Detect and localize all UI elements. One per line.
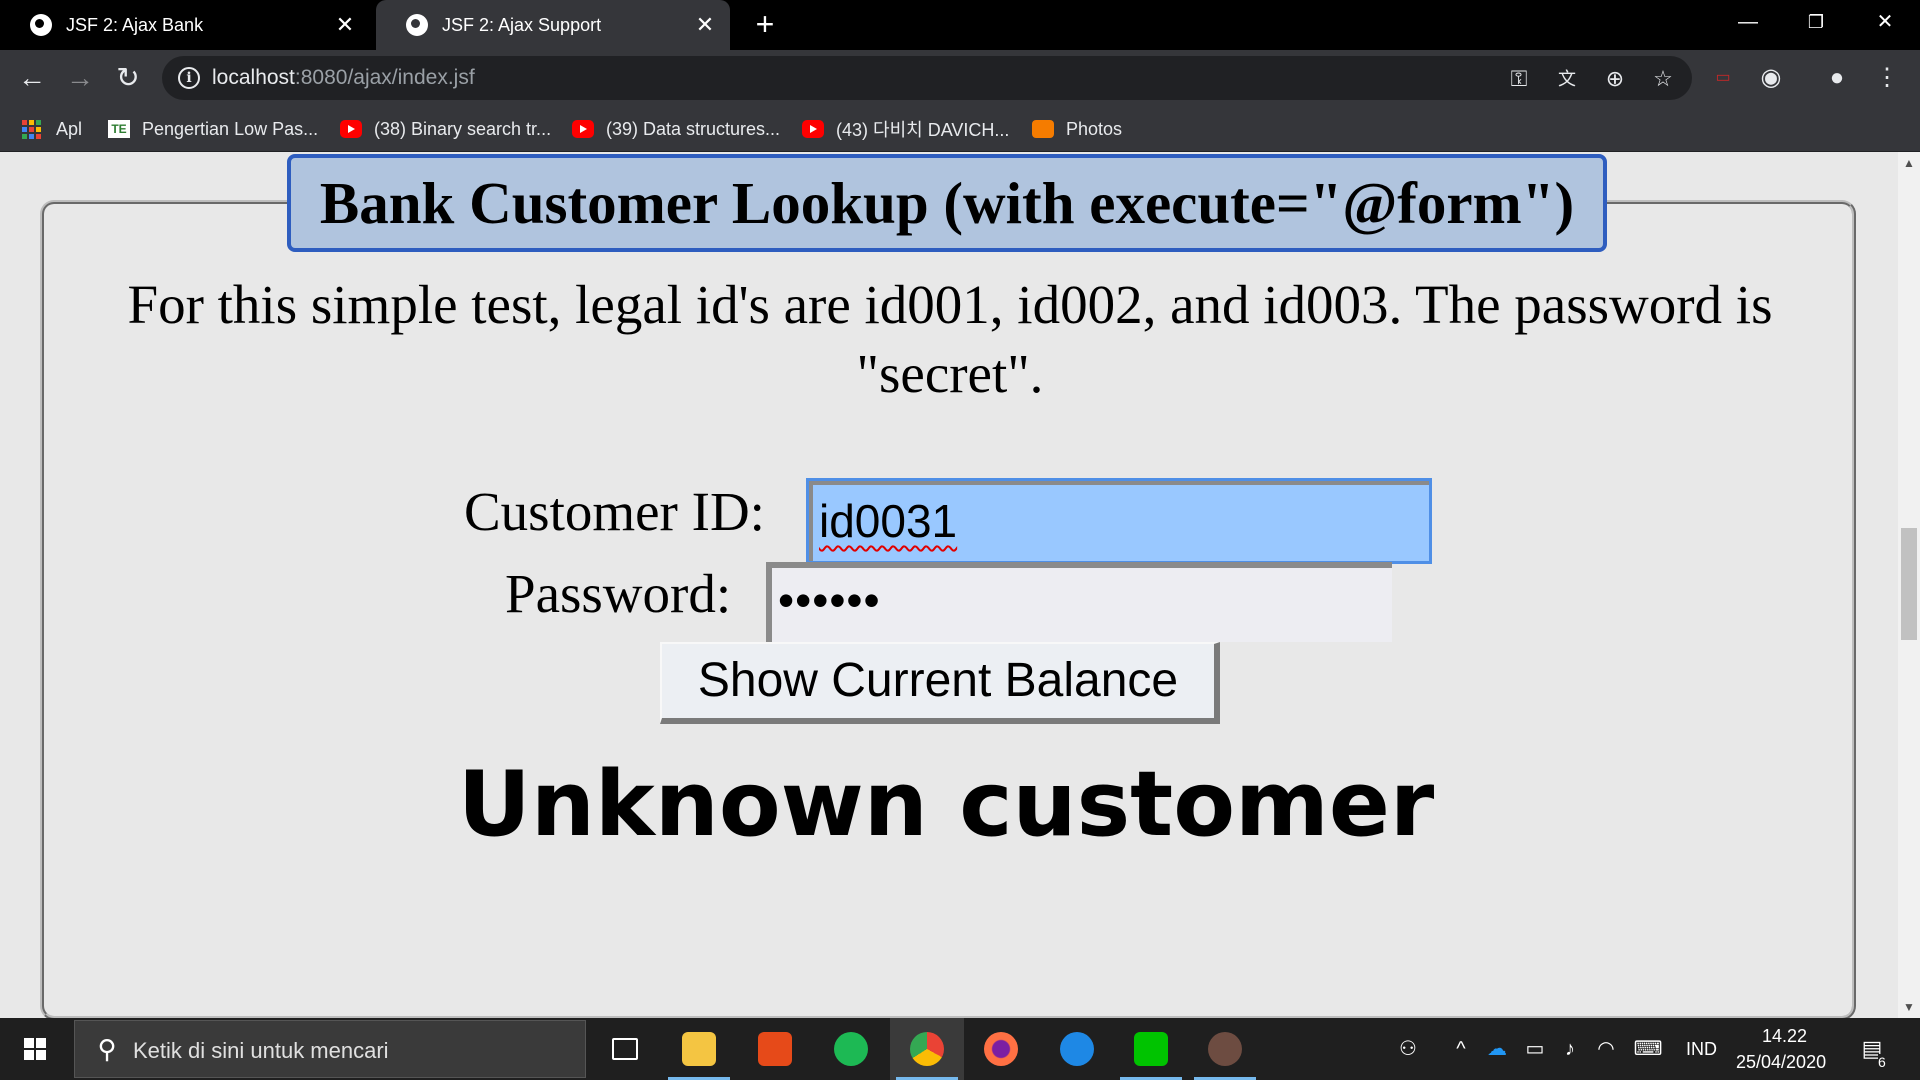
extension-icon[interactable]: ◉ — [1754, 61, 1788, 95]
bookmarks-bar: Apl TE Pengertian Low Pas... (38) Binary… — [0, 106, 1920, 152]
start-button[interactable] — [0, 1018, 70, 1080]
youtube-icon — [572, 120, 594, 138]
bookmark-label: Apl — [56, 118, 83, 139]
back-icon[interactable]: ← — [12, 58, 52, 98]
notification-icon[interactable]: ▤ — [1852, 1018, 1892, 1080]
line-button[interactable] — [1114, 1018, 1188, 1080]
bookmark-binary-search[interactable]: (38) Binary search tr... — [340, 115, 551, 143]
task-view-icon — [612, 1038, 638, 1060]
reload-icon[interactable]: ↻ — [108, 58, 148, 98]
restore-icon[interactable]: ❐ — [1783, 0, 1849, 44]
people-icon[interactable]: ⚇ — [1390, 1018, 1426, 1080]
new-tab-button[interactable]: + — [748, 8, 782, 42]
url-text[interactable]: localhost:8080/ajax/index.jsf — [212, 66, 475, 90]
gear-icon — [1208, 1032, 1242, 1066]
forward-icon[interactable]: → — [60, 58, 100, 98]
tab-ajax-support[interactable]: JSF 2: Ajax Support ✕ — [376, 0, 730, 50]
office-button[interactable] — [738, 1018, 812, 1080]
volume-icon[interactable]: ♪ — [1554, 1018, 1586, 1080]
customer-id-input[interactable]: id0031 — [806, 478, 1432, 564]
firefox-icon — [984, 1032, 1018, 1066]
apps-grid-icon — [22, 119, 44, 139]
star-icon[interactable]: ☆ — [1648, 64, 1678, 94]
bookmark-photos[interactable]: Photos — [1032, 115, 1122, 143]
password-label: Password: — [505, 563, 732, 624]
menu-icon[interactable]: ⋮ — [1870, 61, 1904, 95]
wifi-icon[interactable]: ◠ — [1590, 1018, 1622, 1080]
windows-taskbar: ⚲ Ketik di sini untuk mencari ⚇ ^ ☁ ▭ ♪ … — [0, 1018, 1920, 1080]
show-balance-button[interactable]: Show Current Balance — [660, 642, 1220, 724]
extension-icon[interactable]: ▭ — [1706, 61, 1740, 95]
onedrive-icon[interactable]: ☁ — [1480, 1018, 1514, 1080]
zoom-icon[interactable]: ⊕ — [1600, 64, 1630, 94]
battery-icon[interactable]: ▭ — [1518, 1018, 1552, 1080]
file-explorer-button[interactable] — [662, 1018, 736, 1080]
firefox-button[interactable] — [964, 1018, 1038, 1080]
spotify-icon — [834, 1032, 868, 1066]
scroll-thumb[interactable] — [1901, 528, 1917, 640]
windows-logo-icon — [24, 1038, 46, 1060]
bookmark-label: Pengertian Low Pas... — [142, 118, 319, 139]
browser-toolbar: ← → ↻ i localhost:8080/ajax/index.jsf ⚿ … — [0, 50, 1920, 106]
translate-icon[interactable]: 文 — [1552, 64, 1582, 94]
tab-ajax-bank[interactable]: JSF 2: Ajax Bank ✕ — [0, 0, 370, 50]
bookmark-data-structures[interactable]: (39) Data structures... — [572, 115, 780, 143]
folder-icon — [682, 1032, 716, 1066]
bookmark-label: (38) Binary search tr... — [374, 118, 552, 139]
tab-title: JSF 2: Ajax Support — [442, 14, 602, 35]
edge-icon — [1060, 1032, 1094, 1066]
search-icon: ⚲ — [97, 1034, 117, 1064]
result-message: Unknown customer — [457, 752, 1435, 857]
bookmark-label: (43) 다비치 DAVICH... — [836, 120, 1010, 140]
bookmark-low-pass[interactable]: TE Pengertian Low Pas... — [108, 115, 318, 143]
task-view-button[interactable] — [588, 1018, 662, 1080]
intro-text: For this simple test, legal id's are id0… — [127, 274, 1773, 404]
language-indicator[interactable]: IND — [1686, 1039, 1717, 1060]
chrome-icon — [910, 1032, 944, 1066]
close-tab-icon[interactable]: ✕ — [332, 12, 358, 38]
edge-button[interactable] — [1040, 1018, 1114, 1080]
settings-app-button[interactable] — [1188, 1018, 1262, 1080]
info-icon[interactable]: i — [178, 67, 200, 89]
close-tab-icon[interactable]: ✕ — [692, 12, 718, 38]
bookmark-davichi[interactable]: (43) 다비치 DAVICH... — [802, 115, 1009, 143]
tab-title: JSF 2: Ajax Bank — [66, 14, 204, 35]
chevron-up-icon[interactable]: ^ — [1446, 1018, 1476, 1080]
search-placeholder: Ketik di sini untuk mencari — [133, 1038, 389, 1063]
page-viewport: Bank Customer Lookup (with execute="@for… — [0, 152, 1920, 1018]
fieldset-legend: Bank Customer Lookup (with execute="@for… — [287, 154, 1607, 252]
chrome-button[interactable] — [890, 1018, 964, 1080]
vertical-scrollbar[interactable]: ▲ ▼ — [1898, 152, 1920, 1018]
keyboard-icon[interactable]: ⌨ — [1628, 1018, 1668, 1080]
line-icon — [1134, 1032, 1168, 1066]
photos-icon — [1032, 120, 1054, 138]
customer-id-value: id0031 — [819, 495, 958, 547]
profile-icon[interactable]: ● — [1820, 61, 1854, 95]
bookmark-apps[interactable]: Apl — [22, 115, 82, 143]
bookmark-label: Photos — [1066, 118, 1123, 139]
taskbar-search-box[interactable]: ⚲ Ketik di sini untuk mencari — [74, 1020, 586, 1078]
address-bar[interactable]: i localhost:8080/ajax/index.jsf ⚿ 文 ⊕ ☆ — [162, 56, 1692, 100]
clock-time[interactable]: 14.22 — [1762, 1026, 1807, 1047]
youtube-icon — [340, 120, 362, 138]
youtube-icon — [802, 120, 824, 138]
key-icon[interactable]: ⚿ — [1504, 64, 1534, 94]
bookmark-label: (39) Data structures... — [606, 118, 781, 139]
spotify-button[interactable] — [814, 1018, 888, 1080]
clock-date[interactable]: 25/04/2020 — [1736, 1052, 1826, 1073]
browser-tab-strip: JSF 2: Ajax Bank ✕ JSF 2: Ajax Support ✕… — [0, 0, 1920, 50]
te-favicon: TE — [108, 120, 130, 138]
notification-count: 6 — [1878, 1054, 1886, 1070]
minimize-icon[interactable]: — — [1715, 0, 1781, 44]
globe-icon — [30, 14, 52, 36]
window-close-icon[interactable]: ✕ — [1852, 0, 1918, 44]
customer-id-label: Customer ID: — [464, 481, 765, 542]
scroll-down-icon[interactable]: ▼ — [1898, 996, 1920, 1018]
office-icon — [758, 1032, 792, 1066]
globe-icon — [406, 14, 428, 36]
password-input[interactable]: •••••• — [766, 562, 1392, 642]
scroll-up-icon[interactable]: ▲ — [1898, 152, 1920, 174]
